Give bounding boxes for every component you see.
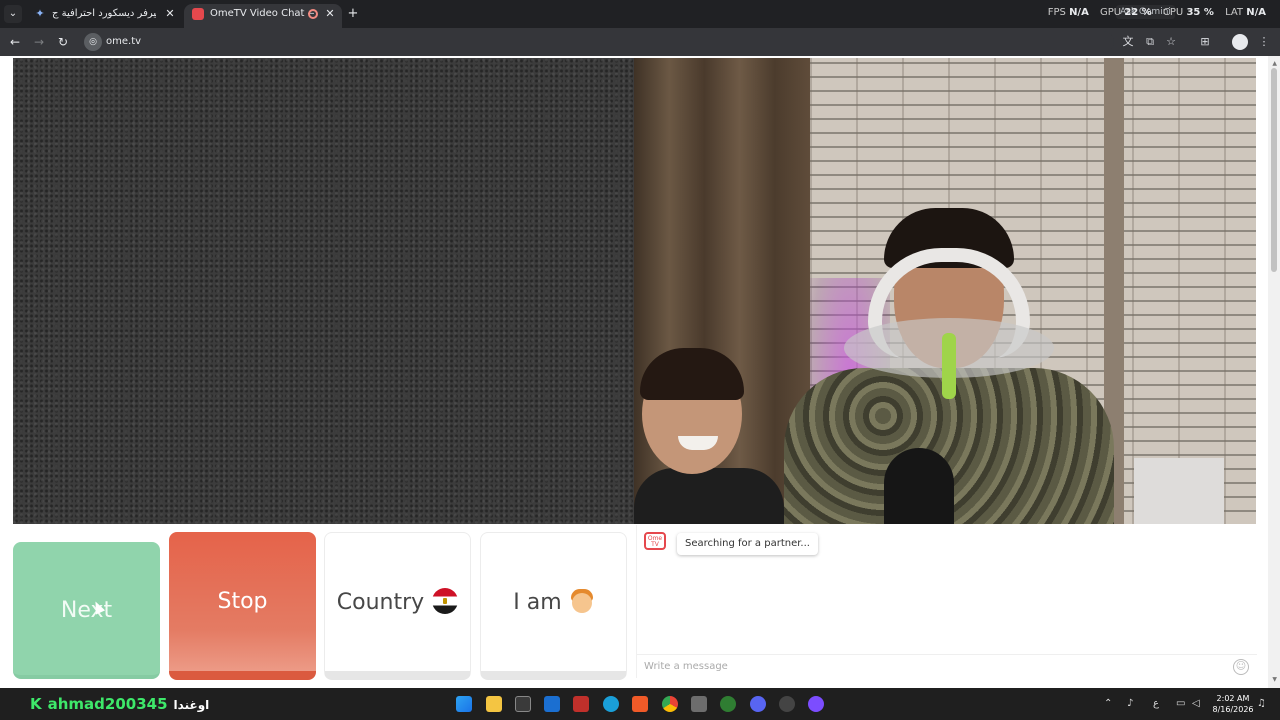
box-shelf bbox=[1134, 458, 1224, 524]
windows-start-icon[interactable] bbox=[456, 696, 472, 712]
close-tab-icon[interactable]: ✕ bbox=[164, 4, 176, 24]
stop-label: Stop bbox=[217, 589, 268, 614]
country-button[interactable]: Country bbox=[324, 532, 471, 680]
status-message: Searching for a partner... bbox=[677, 533, 818, 555]
message-input[interactable]: Write a message ☺ bbox=[637, 654, 1257, 678]
fps-label: FPS bbox=[1047, 7, 1066, 18]
url-text: ome.tv bbox=[106, 36, 142, 47]
streamer-arabic-text: اوغندا bbox=[173, 698, 210, 712]
ometv-logo-icon: Ome TV bbox=[644, 532, 666, 550]
tab-title: هيكلية سيرفر ديسكورد احترافية ج bbox=[52, 8, 156, 19]
windows-taskbar: Kahmad200345 اوغندا ⌃ ♪ ع ▭ ◁ 2:02 AM 8/1… bbox=[0, 688, 1280, 720]
tray-chevron-icon[interactable]: ⌃ bbox=[1104, 697, 1112, 711]
video-static-noise bbox=[13, 58, 634, 524]
local-video-feed bbox=[13, 58, 634, 524]
message-placeholder: Write a message bbox=[644, 661, 728, 672]
address-bar[interactable]: ◎ ome.tv bbox=[82, 31, 1114, 53]
bookmark-star-icon[interactable]: ☆ bbox=[1161, 32, 1181, 52]
translate-icon[interactable]: 文 bbox=[1118, 32, 1138, 52]
file-explorer-icon[interactable] bbox=[486, 696, 502, 712]
gpu-label: GPU bbox=[1100, 7, 1122, 18]
chat-panel: Ome TV Searching for a partner... Write … bbox=[636, 525, 1257, 678]
person-with-headphones bbox=[784, 208, 1114, 524]
lat-value: N/A bbox=[1246, 7, 1266, 18]
boy-emoji-icon bbox=[570, 587, 594, 615]
cpu-value: 35 % bbox=[1186, 7, 1214, 18]
emoji-picker-icon[interactable]: ☺ bbox=[1233, 659, 1249, 675]
gender-button[interactable]: I am bbox=[480, 532, 627, 680]
egypt-flag-icon bbox=[432, 588, 459, 614]
page-scrollbar[interactable]: ▲ ▼ bbox=[1268, 56, 1280, 688]
language-indicator[interactable]: ع bbox=[1153, 697, 1159, 711]
clock-date: 8/16/2026 bbox=[1212, 705, 1254, 714]
fps-value: N/A bbox=[1069, 7, 1089, 18]
browser-tab-bar: ⌄ ✦ هيكلية سيرفر ديسكورد احترافية ج ✕ Om… bbox=[0, 0, 1280, 28]
child-smiling bbox=[634, 348, 784, 524]
ometv-favicon-icon bbox=[192, 8, 204, 20]
extensions-icon[interactable]: ⊞ bbox=[1195, 32, 1215, 52]
profile-avatar[interactable] bbox=[1232, 34, 1248, 50]
tab-discord-structure[interactable]: ✦ هيكلية سيرفر ديسكورد احترافية ج ✕ bbox=[26, 4, 182, 28]
store-icon[interactable] bbox=[515, 696, 531, 712]
menu-kebab-icon[interactable]: ⋮ bbox=[1254, 32, 1274, 52]
edge-icon[interactable] bbox=[603, 696, 619, 712]
close-tab-icon[interactable]: ✕ bbox=[324, 4, 336, 24]
scroll-down-arrow-icon[interactable]: ▼ bbox=[1272, 676, 1277, 683]
streamer-name: ahmad200345 bbox=[47, 695, 168, 713]
performance-overlay: FPS N/A GPU 22 % CPU 35 % LAT N/A bbox=[1048, 7, 1266, 23]
streamer-overlay: Kahmad200345 اوغندا bbox=[30, 693, 209, 716]
clock-time: 2:02 AM bbox=[1216, 694, 1250, 703]
tab-title: OmeTV Video Chat — Ome bbox=[210, 8, 314, 19]
vape-pen bbox=[942, 333, 956, 399]
gpu-value: 22 % bbox=[1124, 7, 1152, 18]
browser-toolbar: ← → ↻ ◎ ome.tv 文 ⧉ ☆ ⊞ ⋮ bbox=[0, 28, 1280, 56]
microphone-icon[interactable]: ♪ bbox=[1127, 697, 1133, 711]
voicemeeter-icon[interactable] bbox=[573, 696, 589, 712]
iam-label: I am bbox=[513, 590, 562, 615]
ometv-page: Next Stop Country I am Ome TV Searching … bbox=[0, 56, 1280, 688]
camera-icon[interactable] bbox=[691, 696, 707, 712]
microphone bbox=[884, 448, 954, 524]
forward-arrow-icon[interactable]: → bbox=[29, 32, 49, 52]
country-label: Country bbox=[336, 590, 425, 615]
gemini-icon: ✦ bbox=[35, 7, 45, 20]
scroll-thumb[interactable] bbox=[1271, 68, 1277, 272]
stop-button[interactable]: Stop bbox=[169, 532, 316, 680]
volume-icon[interactable]: ◁ bbox=[1192, 697, 1200, 711]
lat-label: LAT bbox=[1225, 7, 1244, 18]
app-blue-icon[interactable] bbox=[544, 696, 560, 712]
tab-search-button[interactable]: ⌄ bbox=[4, 5, 22, 23]
install-app-icon[interactable]: ⧉ bbox=[1140, 32, 1160, 52]
site-info-icon[interactable]: ◎ bbox=[84, 33, 102, 51]
back-arrow-icon[interactable]: ← bbox=[5, 32, 25, 52]
kick-logo-icon: K bbox=[30, 695, 42, 713]
app-gray-icon[interactable] bbox=[779, 696, 795, 712]
next-button[interactable]: Next bbox=[13, 542, 160, 679]
recording-indicator-icon bbox=[308, 9, 318, 19]
remote-video-feed bbox=[634, 58, 1256, 524]
tab-ometv[interactable]: OmeTV Video Chat — Ome ✕ bbox=[184, 4, 342, 28]
scroll-up-arrow-icon[interactable]: ▲ bbox=[1272, 60, 1277, 67]
new-tab-button[interactable]: + bbox=[346, 4, 360, 24]
obs-icon[interactable] bbox=[808, 696, 824, 712]
notification-bell-icon[interactable]: ♫ bbox=[1257, 697, 1266, 711]
cpu-label: CPU bbox=[1162, 7, 1184, 18]
brave-icon[interactable] bbox=[632, 696, 648, 712]
network-icon[interactable]: ▭ bbox=[1176, 697, 1185, 711]
discord-icon[interactable] bbox=[750, 696, 766, 712]
app-green-icon[interactable] bbox=[720, 696, 736, 712]
reload-icon[interactable]: ↻ bbox=[53, 32, 73, 52]
chrome-icon[interactable] bbox=[662, 696, 678, 712]
system-clock[interactable]: 2:02 AM 8/16/2026 bbox=[1210, 693, 1256, 715]
